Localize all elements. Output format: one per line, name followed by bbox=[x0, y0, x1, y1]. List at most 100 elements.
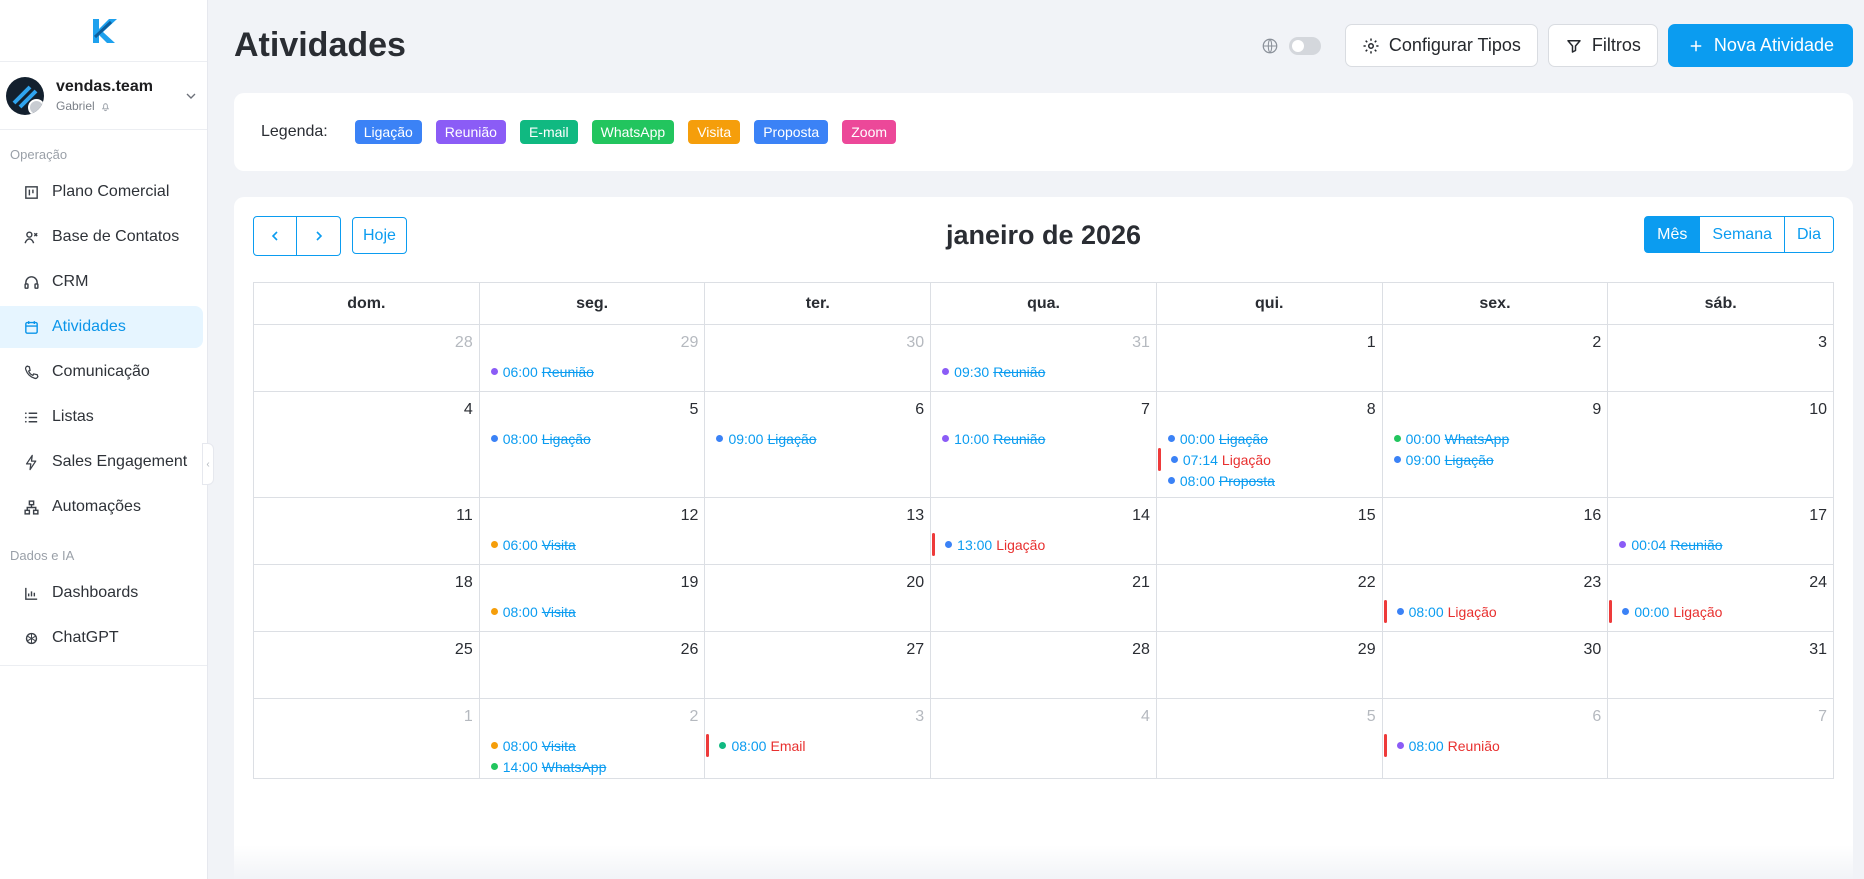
today-button[interactable]: Hoje bbox=[352, 217, 407, 254]
calendar-event[interactable]: 06:00 Reunião bbox=[480, 361, 705, 382]
day-cell[interactable]: 29 06:00 Reunião bbox=[479, 325, 706, 392]
day-number[interactable]: 22 bbox=[1358, 574, 1376, 592]
calendar-event[interactable]: 07:14 Ligação bbox=[1157, 448, 1382, 471]
calendar-event[interactable]: 08:00 Visita bbox=[480, 735, 705, 756]
day-cell[interactable]: 30 bbox=[1382, 632, 1609, 699]
day-cell[interactable]: 2 08:00 Visita 14:00 WhatsApp bbox=[479, 699, 706, 779]
day-cell[interactable]: 25 bbox=[254, 632, 480, 699]
view-button-day[interactable]: Dia bbox=[1783, 216, 1834, 253]
day-cell[interactable]: 2 bbox=[1382, 325, 1609, 392]
day-number[interactable]: 27 bbox=[906, 641, 924, 659]
day-cell[interactable]: 5 bbox=[1156, 699, 1383, 779]
day-cell[interactable]: 8 00:00 Ligação 07:14 Ligação 08:00 Proposta bbox=[1156, 392, 1383, 498]
day-number[interactable]: 31 bbox=[1132, 334, 1150, 352]
day-number[interactable]: 3 bbox=[915, 708, 924, 726]
day-cell[interactable]: 1 bbox=[1156, 325, 1383, 392]
sidebar-item-sales-engagement[interactable]: Sales Engagement bbox=[0, 441, 203, 483]
day-cell[interactable]: 5 08:00 Ligação bbox=[479, 392, 706, 498]
day-number[interactable]: 23 bbox=[1584, 574, 1602, 592]
day-number[interactable]: 5 bbox=[1367, 708, 1376, 726]
day-cell[interactable]: 12 06:00 Visita bbox=[479, 498, 706, 565]
app-logo[interactable] bbox=[0, 0, 207, 62]
day-cell[interactable]: 30 bbox=[705, 325, 932, 392]
workspace-switcher[interactable]: vendas.team Gabriel bbox=[0, 62, 207, 130]
day-cell[interactable]: 7 10:00 Reunião bbox=[931, 392, 1157, 498]
day-number[interactable]: 2 bbox=[690, 708, 699, 726]
day-number[interactable]: 8 bbox=[1367, 401, 1376, 419]
day-cell[interactable]: 20 bbox=[705, 565, 932, 632]
globe-icon[interactable] bbox=[1261, 37, 1279, 55]
day-number[interactable]: 20 bbox=[906, 574, 924, 592]
day-number[interactable]: 3 bbox=[1818, 334, 1827, 352]
calendar-event[interactable]: 08:00 Email bbox=[705, 734, 930, 757]
day-cell[interactable]: 31 bbox=[1608, 632, 1835, 699]
day-number[interactable]: 15 bbox=[1358, 507, 1376, 525]
day-number[interactable]: 9 bbox=[1592, 401, 1601, 419]
calendar-event[interactable]: 08:00 Visita bbox=[480, 601, 705, 622]
prev-month-button[interactable] bbox=[253, 216, 297, 256]
day-number[interactable]: 24 bbox=[1809, 574, 1827, 592]
day-cell[interactable]: 31 09:30 Reunião bbox=[931, 325, 1157, 392]
day-cell[interactable]: 4 bbox=[254, 392, 480, 498]
day-number[interactable]: 6 bbox=[1592, 708, 1601, 726]
day-number[interactable]: 18 bbox=[455, 574, 473, 592]
calendar-event[interactable]: 00:00 Ligação bbox=[1608, 600, 1833, 623]
chevron-down-icon[interactable] bbox=[183, 88, 199, 104]
day-cell[interactable]: 18 bbox=[254, 565, 480, 632]
theme-toggle[interactable] bbox=[1288, 36, 1321, 55]
day-cell[interactable]: 21 bbox=[931, 565, 1157, 632]
day-cell[interactable]: 15 bbox=[1156, 498, 1383, 565]
new-activity-button[interactable]: Nova Atividade bbox=[1667, 24, 1853, 67]
sidebar-item-crm[interactable]: CRM bbox=[0, 261, 203, 303]
calendar-event[interactable]: 13:00 Ligação bbox=[931, 533, 1156, 556]
next-month-button[interactable] bbox=[297, 216, 341, 256]
day-number[interactable]: 19 bbox=[681, 574, 699, 592]
sidebar-collapse-handle[interactable]: ‹ bbox=[202, 443, 214, 485]
calendar-event[interactable]: 00:00 Ligação bbox=[1157, 428, 1382, 449]
day-number[interactable]: 28 bbox=[455, 334, 473, 352]
day-number[interactable]: 29 bbox=[681, 334, 699, 352]
day-cell[interactable]: 26 bbox=[479, 632, 706, 699]
day-cell[interactable]: 23 08:00 Ligação bbox=[1382, 565, 1609, 632]
day-number[interactable]: 13 bbox=[906, 507, 924, 525]
day-number[interactable]: 12 bbox=[681, 507, 699, 525]
day-cell[interactable]: 22 bbox=[1156, 565, 1383, 632]
day-cell[interactable]: 6 09:00 Ligação bbox=[705, 392, 932, 498]
calendar-event[interactable]: 09:00 Ligação bbox=[705, 428, 930, 449]
day-number[interactable]: 14 bbox=[1132, 507, 1150, 525]
sidebar-item-listas[interactable]: Listas bbox=[0, 396, 203, 438]
day-cell[interactable]: 29 bbox=[1156, 632, 1383, 699]
day-number[interactable]: 11 bbox=[456, 507, 473, 525]
day-cell[interactable]: 3 bbox=[1608, 325, 1835, 392]
day-number[interactable]: 31 bbox=[1809, 641, 1827, 659]
day-number[interactable]: 16 bbox=[1584, 507, 1602, 525]
day-number[interactable]: 30 bbox=[906, 334, 924, 352]
day-number[interactable]: 6 bbox=[915, 401, 924, 419]
calendar-event[interactable]: 08:00 Reunião bbox=[1383, 734, 1608, 757]
sidebar-item-dashboards[interactable]: Dashboards bbox=[0, 572, 203, 614]
calendar-event[interactable]: 06:00 Visita bbox=[480, 534, 705, 555]
day-number[interactable]: 25 bbox=[455, 641, 473, 659]
day-cell[interactable]: 17 00:04 Reunião bbox=[1608, 498, 1835, 565]
day-number[interactable]: 4 bbox=[464, 401, 473, 419]
calendar-event[interactable]: 09:30 Reunião bbox=[931, 361, 1156, 382]
sidebar-item-automacoes[interactable]: Automações bbox=[0, 486, 203, 528]
day-number[interactable]: 5 bbox=[690, 401, 699, 419]
day-cell[interactable]: 6 08:00 Reunião bbox=[1382, 699, 1609, 779]
day-cell[interactable]: 27 bbox=[705, 632, 932, 699]
day-number[interactable]: 10 bbox=[1809, 401, 1827, 419]
day-cell[interactable]: 24 00:00 Ligação bbox=[1608, 565, 1835, 632]
day-cell[interactable]: 3 08:00 Email bbox=[705, 699, 932, 779]
day-number[interactable]: 21 bbox=[1132, 574, 1150, 592]
day-cell[interactable]: 16 bbox=[1382, 498, 1609, 565]
day-cell[interactable]: 9 00:00 WhatsApp 09:00 Ligação bbox=[1382, 392, 1609, 498]
day-cell[interactable]: 13 bbox=[705, 498, 932, 565]
day-number[interactable]: 7 bbox=[1141, 401, 1150, 419]
bell-icon[interactable] bbox=[100, 101, 111, 112]
sidebar-item-atividades[interactable]: Atividades bbox=[0, 306, 203, 348]
sidebar-item-chatgpt[interactable]: ChatGPT bbox=[0, 617, 203, 659]
day-number[interactable]: 2 bbox=[1592, 334, 1601, 352]
calendar-event[interactable]: 09:00 Ligação bbox=[1383, 449, 1608, 470]
calendar-event[interactable]: 08:00 Proposta bbox=[1157, 470, 1382, 491]
day-cell[interactable]: 10 bbox=[1608, 392, 1835, 498]
